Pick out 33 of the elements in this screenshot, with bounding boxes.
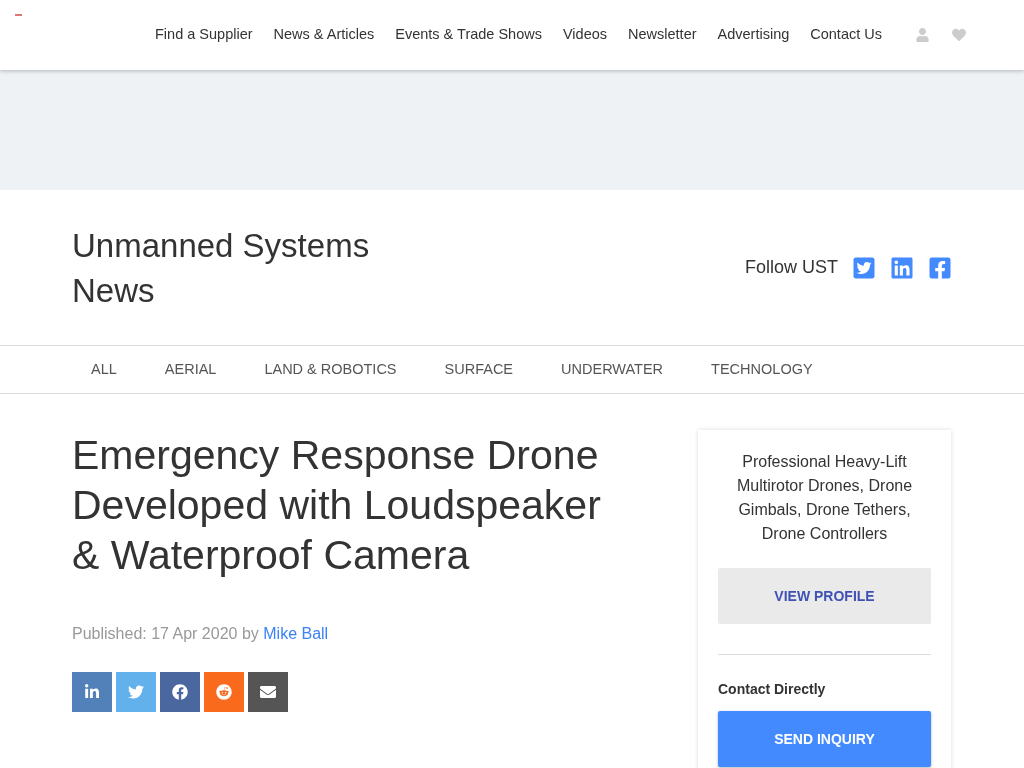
category-tab[interactable]: TECHNOLOGY: [711, 358, 813, 381]
facebook-icon: [172, 684, 188, 700]
linkedin-icon: [84, 684, 100, 700]
twitter-share-button[interactable]: [116, 672, 156, 712]
category-tab[interactable]: UNDERWATER: [561, 358, 664, 381]
facebook-share-button[interactable]: [160, 672, 200, 712]
publish-info: Published: 17 Apr 2020 by Mike Ball: [72, 624, 330, 644]
article-title: Emergency Response Drone Developed with Loudspeaker & Waterproof Camera: [72, 431, 602, 580]
follow-label: Follow UST: [745, 256, 838, 279]
email-share-button[interactable]: [248, 672, 288, 712]
contact-label: Contact Directly: [718, 680, 827, 699]
nav-link[interactable]: Newsletter: [628, 24, 697, 46]
nav-link[interactable]: Videos: [562, 24, 608, 46]
view-profile-button[interactable]: VIEW PROFILE: [718, 568, 931, 624]
category-tab[interactable]: LAND & ROBOTICS: [264, 358, 397, 381]
supplier-description: Professional Heavy-Lift Multirotor Drones, Drone Gimbals, Drone Tethers, Drone Controllers: [735, 452, 914, 544]
category-tab[interactable]: AERIAL: [164, 358, 217, 381]
linkedin-share-button[interactable]: [72, 672, 112, 712]
email-icon: [260, 684, 276, 700]
category-tab[interactable]: SURFACE: [444, 358, 514, 381]
category-tab[interactable]: ALL: [91, 358, 117, 381]
twitter-icon[interactable]: [852, 255, 876, 280]
nav-link[interactable]: Advertising: [717, 24, 790, 46]
linkedin-icon[interactable]: [890, 255, 914, 280]
nav-link[interactable]: News & Articles: [273, 24, 375, 46]
author-link[interactable]: Mike Ball: [263, 625, 329, 642]
facebook-icon[interactable]: [928, 255, 952, 280]
nav-link[interactable]: Find a Supplier: [155, 24, 253, 46]
site-title: Unmanned Systems News: [72, 225, 371, 311]
reddit-icon: [216, 684, 232, 700]
nav-link[interactable]: Contact Us: [810, 24, 882, 46]
twitter-icon: [128, 684, 144, 700]
nav-link[interactable]: Events & Trade Shows: [395, 24, 542, 46]
